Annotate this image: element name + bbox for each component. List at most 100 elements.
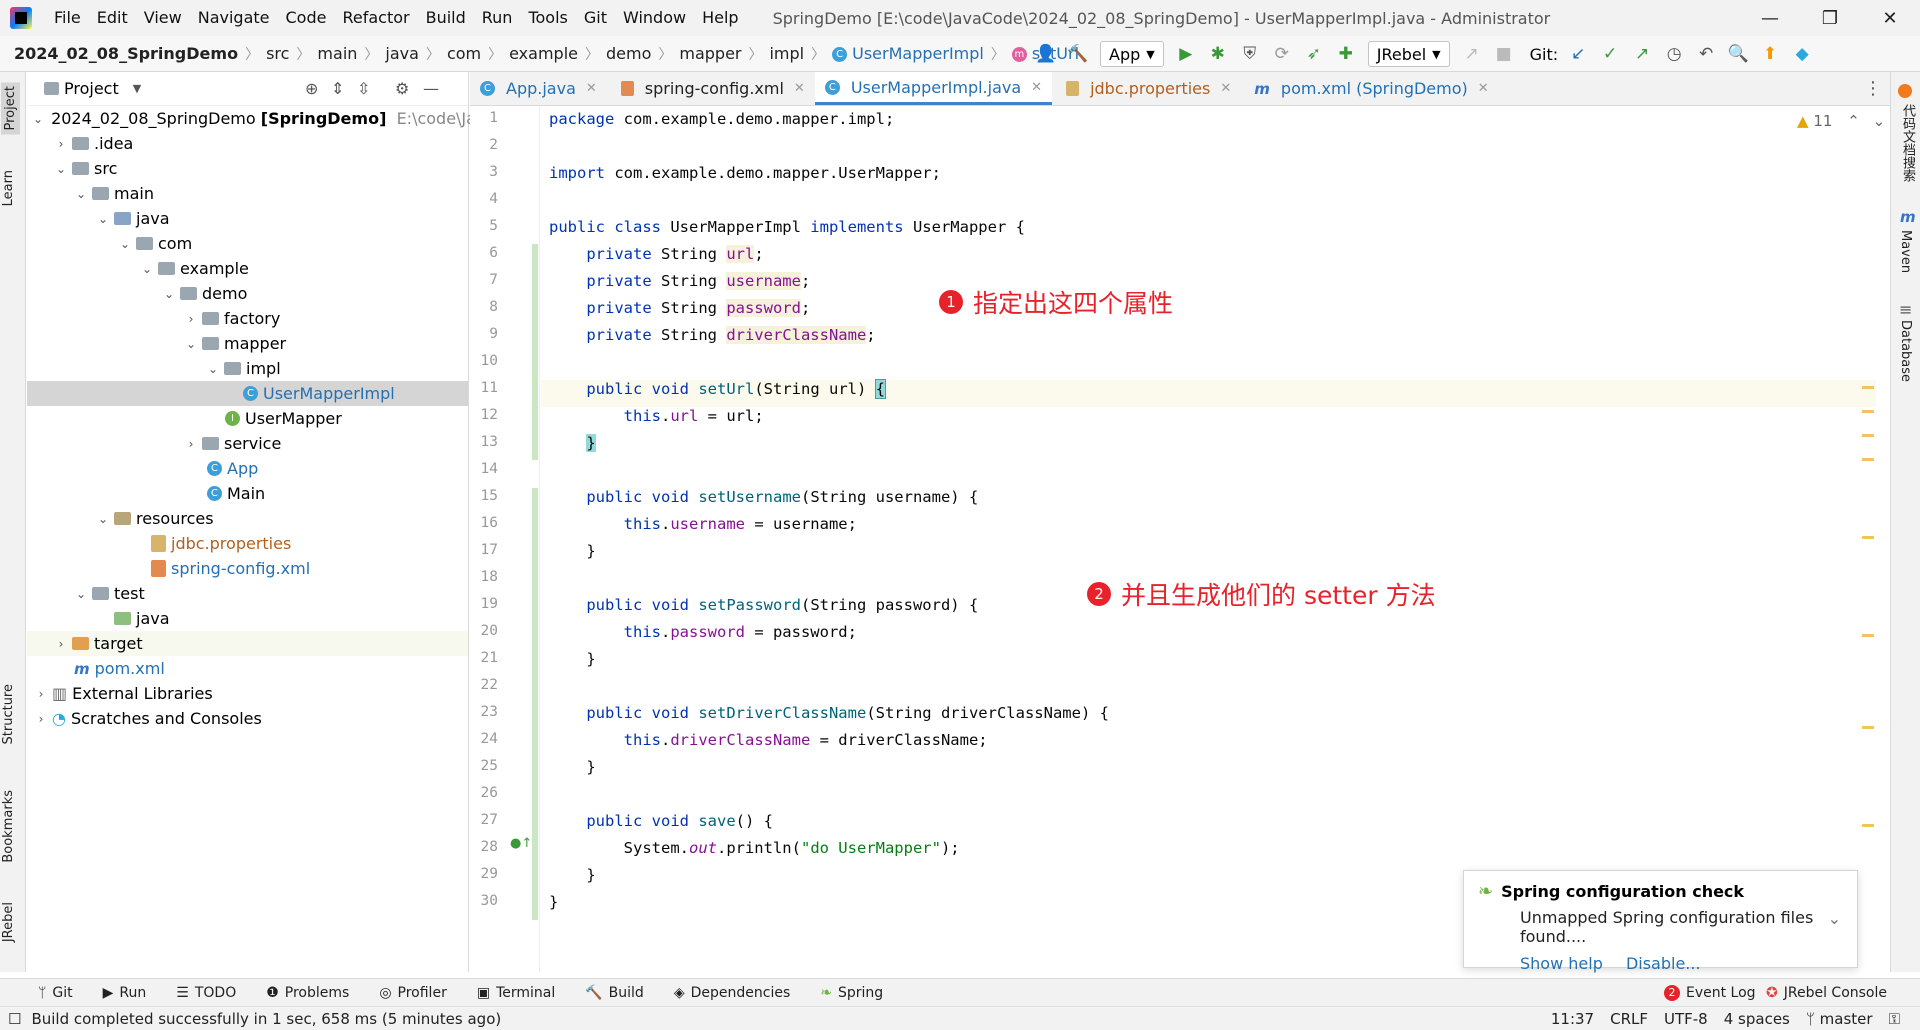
- tree-item-test[interactable]: ⌄ test: [27, 581, 468, 606]
- tree-item-scratches[interactable]: › ◔ Scratches and Consoles: [27, 706, 468, 731]
- tool-dependencies[interactable]: ◈ Dependencies: [660, 985, 806, 1001]
- tree-item-factory[interactable]: › factory: [27, 306, 468, 331]
- implements-gutter-icon[interactable]: ●↑: [510, 836, 532, 851]
- tree-item-external-libraries[interactable]: › ▥ External Libraries: [27, 681, 468, 706]
- tree-item-jdbc-properties[interactable]: jdbc.properties: [27, 531, 468, 556]
- menu-file[interactable]: File: [46, 0, 89, 36]
- status-message[interactable]: Build completed successfully in 1 sec, 6…: [31, 1010, 501, 1028]
- jrebel-debug-icon[interactable]: ✚: [1333, 41, 1359, 67]
- menu-tools[interactable]: Tools: [520, 0, 575, 36]
- git-update-icon[interactable]: ↙: [1565, 41, 1591, 67]
- stripe-project[interactable]: Project: [1, 82, 20, 135]
- menu-help[interactable]: Help: [694, 0, 746, 36]
- tool-todo[interactable]: ☰ TODO: [162, 985, 252, 1001]
- chevron-down-icon[interactable]: ⌄: [73, 187, 89, 201]
- status-square-icon[interactable]: ☐: [8, 1010, 21, 1028]
- show-help-link[interactable]: Show help: [1520, 954, 1603, 973]
- breadcrumb-com[interactable]: com: [443, 44, 485, 63]
- breadcrumb-demo[interactable]: demo: [602, 44, 655, 63]
- chevron-up-icon[interactable]: ⌃: [1847, 112, 1860, 130]
- run-icon[interactable]: ▶: [1173, 41, 1199, 67]
- chevron-right-icon[interactable]: ›: [53, 137, 69, 151]
- close-window-button[interactable]: ✕: [1860, 0, 1920, 36]
- chevron-down-icon[interactable]: ⌄: [139, 262, 155, 276]
- menu-build[interactable]: Build: [418, 0, 474, 36]
- menu-edit[interactable]: Edit: [89, 0, 136, 36]
- breadcrumb-java[interactable]: java: [381, 44, 423, 63]
- tree-item-pom[interactable]: m pom.xml: [27, 656, 468, 681]
- tree-item-spring-config[interactable]: spring-config.xml: [27, 556, 468, 581]
- toolbox-icon[interactable]: ◆: [1789, 41, 1815, 67]
- tool-git[interactable]: ᛘ Git: [0, 985, 89, 1001]
- chevron-down-icon[interactable]: ⌄: [95, 212, 111, 226]
- tree-item-test-java[interactable]: java: [27, 606, 468, 631]
- run-configuration-select[interactable]: App ▼: [1100, 41, 1164, 67]
- coverage-icon[interactable]: ⛨: [1237, 41, 1263, 67]
- menu-code[interactable]: Code: [278, 0, 335, 36]
- chevron-right-icon[interactable]: ›: [33, 687, 49, 701]
- stripe-learn[interactable]: Learn: [1, 170, 16, 206]
- tree-item-main-class[interactable]: C Main: [27, 481, 468, 506]
- chevron-down-icon[interactable]: ⌄: [1873, 112, 1886, 130]
- stripe-structure[interactable]: Structure: [1, 684, 16, 744]
- stop-icon[interactable]: ■: [1491, 41, 1517, 67]
- tree-item-src[interactable]: ⌄ src: [27, 156, 468, 181]
- tree-item-app[interactable]: C App: [27, 456, 468, 481]
- tool-profiler[interactable]: ◎ Profiler: [365, 985, 463, 1001]
- search-icon[interactable]: 🔍: [1725, 41, 1751, 67]
- tree-item-idea[interactable]: › .idea: [27, 131, 468, 156]
- lock-icon[interactable]: ⚿: [1889, 1010, 1900, 1028]
- tab-pom[interactable]: m pom.xml (SpringDemo) ✕: [1241, 72, 1498, 105]
- more-tabs-icon[interactable]: ⋮: [1864, 78, 1882, 99]
- file-encoding[interactable]: UTF-8: [1664, 1010, 1708, 1028]
- tool-spring[interactable]: ❧ Spring: [806, 985, 899, 1001]
- tree-item-usermapperimpl[interactable]: C UserMapperImpl: [27, 381, 468, 406]
- breadcrumb-src[interactable]: src: [262, 44, 293, 63]
- tool-jrebel-console[interactable]: ✪ JRebel Console: [1752, 985, 1903, 1001]
- rollback-icon[interactable]: ↶: [1693, 41, 1719, 67]
- caret-position[interactable]: 11:37: [1551, 1010, 1594, 1028]
- chevron-down-icon[interactable]: ⌄: [205, 362, 221, 376]
- tree-item-mapper[interactable]: ⌄ mapper: [27, 331, 468, 356]
- stripe-jrebel[interactable]: JRebel: [1, 902, 16, 942]
- tree-item-java[interactable]: ⌄ java: [27, 206, 468, 231]
- breadcrumb-project[interactable]: 2024_02_08_SpringDemo: [0, 44, 242, 63]
- chevron-down-icon[interactable]: ⌄: [95, 512, 111, 526]
- menu-git[interactable]: Git: [576, 0, 615, 36]
- tab-app-java[interactable]: C App.java ✕: [470, 72, 607, 105]
- menu-navigate[interactable]: Navigate: [190, 0, 278, 36]
- tool-terminal[interactable]: ▣ Terminal: [463, 985, 571, 1001]
- chevron-down-icon[interactable]: ⌄: [53, 162, 69, 176]
- breadcrumb-impl[interactable]: impl: [765, 44, 808, 63]
- stripe-maven[interactable]: Maven: [1898, 230, 1913, 273]
- stripe-database[interactable]: Database: [1898, 320, 1913, 382]
- tree-item-usermapper[interactable]: I UserMapper: [27, 406, 468, 431]
- tool-build[interactable]: 🔨 Build: [571, 985, 660, 1001]
- attach-icon[interactable]: ↗: [1459, 41, 1485, 67]
- vcs-change-marker[interactable]: [532, 244, 538, 460]
- code-editor[interactable]: package com.example.demo.mapper.impl; im…: [541, 106, 1876, 972]
- close-icon[interactable]: ✕: [1478, 81, 1489, 96]
- restore-button[interactable]: ❐: [1800, 0, 1860, 36]
- breadcrumb-main[interactable]: main: [313, 44, 361, 63]
- tree-item-service[interactable]: › service: [27, 431, 468, 456]
- breadcrumb-example[interactable]: example: [505, 44, 582, 63]
- project-panel-title[interactable]: Project: [64, 79, 119, 98]
- jrebel-run-icon[interactable]: ➶: [1301, 41, 1327, 67]
- tree-item-demo[interactable]: ⌄ demo: [27, 281, 468, 306]
- history-icon[interactable]: ◷: [1661, 41, 1687, 67]
- breadcrumb-class[interactable]: C UserMapperImpl: [828, 44, 988, 63]
- profile-icon[interactable]: ⟳: [1269, 41, 1295, 67]
- tab-usermapperimpl[interactable]: C UserMapperImpl.java ✕: [814, 72, 1053, 105]
- chevron-down-icon[interactable]: ⌄: [117, 237, 133, 251]
- tool-problems[interactable]: ❶ Problems: [252, 985, 365, 1001]
- update-icon[interactable]: ⬆: [1757, 41, 1783, 67]
- stripe-doc-search[interactable]: 代码文档搜索: [1898, 104, 1917, 182]
- disable-link[interactable]: Disable...: [1626, 954, 1701, 973]
- user-icon[interactable]: 👤: [1033, 41, 1059, 67]
- gear-icon[interactable]: ⚙: [395, 79, 409, 98]
- chevron-right-icon[interactable]: ›: [53, 637, 69, 651]
- chevron-down-icon[interactable]: ⌄: [73, 587, 89, 601]
- indent-setting[interactable]: 4 spaces: [1724, 1010, 1790, 1028]
- collapse-all-icon[interactable]: ⇳: [357, 79, 370, 98]
